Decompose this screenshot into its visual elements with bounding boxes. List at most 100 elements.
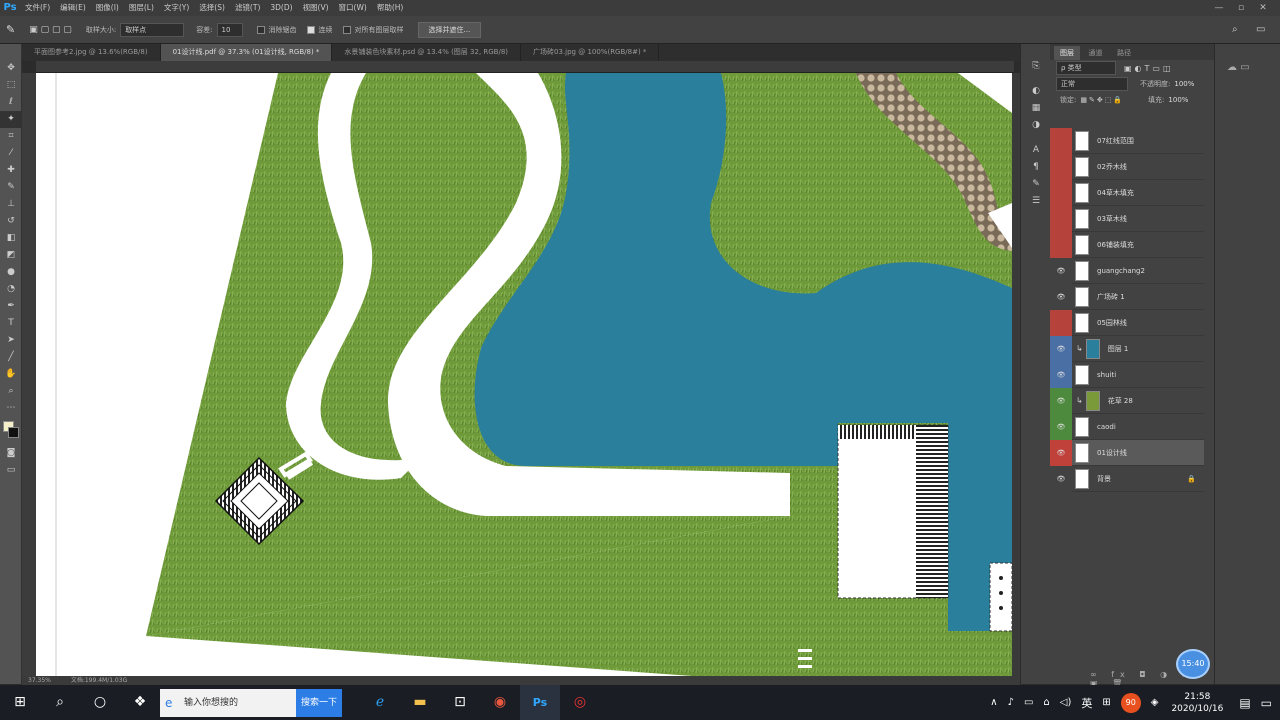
move-tool-icon[interactable]: ✥: [0, 60, 22, 77]
taskbar-clock[interactable]: 21:58 2020/10/16: [1171, 691, 1223, 715]
search-icon[interactable]: ⌕: [1232, 24, 1238, 35]
color-swatches[interactable]: [0, 417, 21, 445]
layer-row[interactable]: 03草木线: [1050, 205, 1204, 232]
tab-layers[interactable]: 图层: [1054, 46, 1080, 60]
layer-row[interactable]: 02乔木线: [1050, 153, 1204, 180]
history-panel-icon[interactable]: ⎘: [1021, 58, 1051, 75]
notification-count[interactable]: 90: [1120, 692, 1141, 713]
network-icon[interactable]: ⌂: [1043, 697, 1049, 708]
visibility-eye-icon[interactable]: 👁: [1050, 361, 1072, 388]
magic-wand-icon[interactable]: ✎: [6, 23, 15, 36]
shape-tool-icon[interactable]: ╱: [0, 349, 22, 366]
selection-mode-icons[interactable]: ▣ ▢ ▢ ▢: [29, 25, 72, 35]
workspace-icon[interactable]: ▭: [1256, 24, 1265, 35]
history-brush-icon[interactable]: ↺: [0, 213, 22, 230]
tab-document[interactable]: 广场砖03.jpg @ 100%(RGB/8#) *: [521, 44, 660, 61]
path-select-icon[interactable]: ➤: [0, 332, 22, 349]
file-explorer-icon[interactable]: ▬: [400, 685, 440, 720]
select-and-mask-button[interactable]: 选择并遮住...: [417, 21, 482, 38]
close-button[interactable]: ✕: [1252, 0, 1274, 16]
swatches-panel-icon[interactable]: ▦: [1021, 100, 1051, 117]
tolerance-input[interactable]: 10: [216, 22, 243, 37]
layer-row[interactable]: 05园林线: [1050, 309, 1204, 336]
visibility-eye-icon[interactable]: 👁: [1050, 387, 1072, 414]
marquee-tool-icon[interactable]: ⬚: [0, 77, 22, 94]
tab-channels[interactable]: 通道: [1083, 46, 1109, 60]
zoom-readout[interactable]: 37.35%: [28, 677, 51, 684]
filter-icons[interactable]: ▣◐T▭◫: [1124, 64, 1174, 73]
tab-document-active[interactable]: 01设计线.pdf @ 37.3% (01设计线, RGB/8) *: [160, 44, 333, 61]
sample-all-checkbox[interactable]: [342, 25, 351, 34]
antialias-checkbox[interactable]: [256, 25, 265, 34]
layer-row[interactable]: 04草木填充: [1050, 179, 1204, 206]
edge-icon[interactable]: ℯ: [360, 685, 400, 720]
brush-panel-icon[interactable]: ✎: [1021, 176, 1051, 193]
cloud-icon[interactable]: ☁ ▭: [1227, 62, 1280, 73]
netease-music-icon[interactable]: ◎: [560, 685, 600, 720]
blur-tool-icon[interactable]: ●: [0, 264, 22, 281]
layer-row[interactable]: 👁 guangchang2: [1050, 257, 1204, 284]
chevron-up-icon[interactable]: ∧: [990, 697, 997, 708]
visibility-eye-icon[interactable]: 👁: [1050, 335, 1072, 362]
ime-grid-icon[interactable]: ⊞: [1102, 697, 1110, 708]
tab-document[interactable]: 平面图参考2.jpg @ 13.6%(RGB/8): [22, 44, 161, 61]
fill-value[interactable]: 100%: [1168, 96, 1188, 104]
visibility-eye-icon[interactable]: 👁: [1050, 413, 1072, 440]
layer-row[interactable]: 👁 shuiti: [1050, 361, 1204, 388]
action-center-icon[interactable]: ▭: [1261, 696, 1272, 710]
zoom-tool-icon[interactable]: ⌕: [0, 383, 22, 400]
visibility-eye-icon[interactable]: [1050, 205, 1072, 232]
store-icon[interactable]: ⊡: [440, 685, 480, 720]
menu-item[interactable]: 图层(L): [124, 0, 159, 16]
opacity-value[interactable]: 100%: [1174, 80, 1194, 88]
brush-tool-icon[interactable]: ✎: [0, 179, 22, 196]
microphone-icon[interactable]: ♪: [1008, 697, 1014, 708]
paragraph-panel-icon[interactable]: ¶: [1021, 159, 1051, 176]
crop-tool-icon[interactable]: ⌗: [0, 128, 22, 145]
layer-row[interactable]: 👁 ↳ 花草 28: [1050, 387, 1204, 414]
magic-wand-tool-icon[interactable]: ✦: [0, 111, 22, 128]
layer-filter-select[interactable]: ρ 类型: [1056, 61, 1116, 75]
visibility-eye-icon[interactable]: 👁: [1050, 439, 1072, 466]
visibility-eye-icon[interactable]: [1050, 309, 1072, 336]
quick-mask-icon[interactable]: ◙: [0, 445, 22, 462]
layer-row[interactable]: 👁 背景 🔒: [1050, 465, 1204, 492]
eraser-tool-icon[interactable]: ◧: [0, 230, 22, 247]
menu-item[interactable]: 窗口(W): [334, 0, 372, 16]
maximize-button[interactable]: ▫: [1230, 0, 1252, 16]
lock-icons[interactable]: ▦✎✥⬚🔒: [1080, 96, 1124, 104]
dodge-tool-icon[interactable]: ◔: [0, 281, 22, 298]
hand-tool-icon[interactable]: ✋: [0, 366, 22, 383]
battery-icon[interactable]: ▭: [1024, 697, 1033, 708]
tab-document[interactable]: 水景铺装色块素材.psd @ 13.4% (图层 32, RGB/8): [332, 44, 522, 61]
menu-item[interactable]: 编辑(E): [55, 0, 91, 16]
menu-item[interactable]: 帮助(H): [372, 0, 409, 16]
menu-item[interactable]: 文字(Y): [159, 0, 194, 16]
tab-paths[interactable]: 路径: [1111, 46, 1137, 60]
eyedropper-tool-icon[interactable]: ⁄: [0, 145, 22, 162]
properties-panel-icon[interactable]: ☰: [1021, 193, 1051, 210]
contiguous-checkbox[interactable]: [306, 25, 315, 34]
input-language[interactable]: 英: [1081, 695, 1092, 711]
layer-row[interactable]: 07红线范围: [1050, 127, 1204, 154]
message-icon[interactable]: ▤: [1239, 696, 1250, 710]
stamp-tool-icon[interactable]: ⊥: [0, 196, 22, 213]
cortana-icon[interactable]: ○: [80, 685, 120, 720]
visibility-eye-icon[interactable]: [1050, 231, 1072, 258]
layer-row[interactable]: 👁 广场砖 1: [1050, 283, 1204, 310]
character-panel-icon[interactable]: A: [1021, 142, 1051, 159]
layer-row[interactable]: 👁 ↳ 图层 1: [1050, 335, 1204, 362]
visibility-eye-icon[interactable]: 👁: [1050, 465, 1072, 492]
task-view-icon[interactable]: ❖: [120, 685, 160, 720]
visibility-eye-icon[interactable]: 👁: [1050, 257, 1072, 284]
color-panel-icon[interactable]: ◐: [1021, 83, 1051, 100]
blend-mode-select[interactable]: 正常: [1056, 77, 1128, 91]
visibility-eye-icon[interactable]: [1050, 127, 1072, 154]
menu-item[interactable]: 视图(V): [298, 0, 334, 16]
visibility-eye-icon[interactable]: 👁: [1050, 283, 1072, 310]
volume-icon[interactable]: ◁): [1060, 697, 1072, 708]
document-canvas[interactable]: [36, 73, 1012, 676]
menu-item[interactable]: 文件(F): [20, 0, 55, 16]
type-tool-icon[interactable]: T: [0, 315, 22, 332]
pen-tool-icon[interactable]: ✒: [0, 298, 22, 315]
